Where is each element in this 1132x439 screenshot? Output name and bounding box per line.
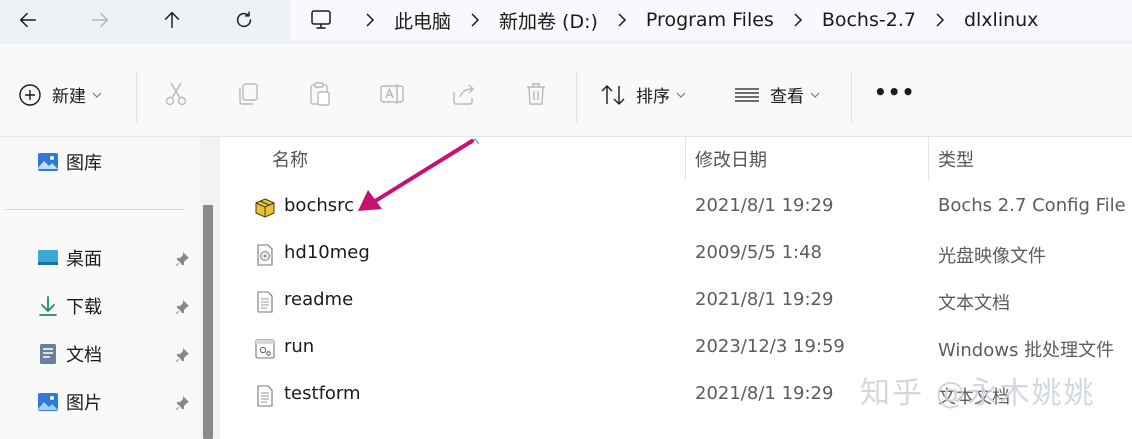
pin-icon[interactable] — [174, 395, 190, 411]
sort-label: 排序 — [636, 87, 670, 107]
plus-circle-icon — [19, 83, 41, 106]
pin-icon[interactable] — [174, 251, 190, 267]
file-name: readme — [284, 289, 354, 310]
file-date: 2021/8/1 19:29 — [695, 383, 834, 404]
breadcrumb: 此电脑 新加卷 (D:) Program Files Bochs-2.7 dlx… — [290, 0, 1132, 40]
chevron-right-icon[interactable] — [346, 13, 394, 27]
column-divider[interactable] — [685, 137, 686, 181]
column-header-date[interactable]: 修改日期 — [695, 137, 767, 181]
sidebar-item-label: 下载 — [66, 297, 102, 318]
document-icon — [40, 344, 56, 364]
chevron-right-icon[interactable] — [774, 13, 822, 27]
sidebar-item-label: 桌面 — [66, 249, 102, 270]
toolbar-divider — [851, 72, 852, 122]
gallery-icon — [38, 153, 58, 171]
pictures-icon — [38, 393, 58, 411]
file-type: Windows 批处理文件 — [938, 340, 1115, 361]
chevron-right-icon[interactable] — [451, 13, 499, 27]
chevron-down-icon — [676, 92, 686, 98]
desktop-icon — [38, 250, 58, 265]
text-file-icon — [257, 385, 273, 407]
back-button[interactable] — [10, 4, 46, 36]
column-header-name[interactable]: 名称 — [272, 137, 308, 181]
file-date: 2021/8/1 19:29 — [695, 195, 834, 216]
new-button[interactable]: 新建 — [18, 82, 102, 107]
batch-file-icon — [255, 339, 275, 359]
sidebar-item-gallery[interactable]: 图库 — [36, 147, 102, 177]
file-name: run — [284, 336, 315, 357]
file-type: 文本文档 — [938, 293, 1010, 314]
watermark: 知乎 @永木姚姚 — [860, 376, 1096, 411]
chevron-right-icon[interactable] — [916, 13, 964, 27]
breadcrumb-item[interactable]: Program Files — [646, 9, 774, 31]
paste-icon[interactable] — [306, 80, 334, 108]
file-name: hd10meg — [284, 242, 370, 263]
sidebar-item-downloads[interactable]: 下载 — [36, 291, 102, 321]
refresh-button[interactable] — [226, 4, 262, 36]
sidebar-item-label: 文档 — [66, 345, 102, 366]
config-package-icon — [255, 198, 275, 218]
monitor-icon — [311, 10, 331, 29]
share-icon[interactable] — [450, 80, 478, 108]
chevron-down-icon — [810, 92, 820, 98]
this-pc-crumb[interactable] — [296, 8, 346, 32]
sidebar-scroll-thumb[interactable] — [203, 205, 213, 439]
sidebar-item-documents[interactable]: 文档 — [36, 339, 102, 369]
file-type: 光盘映像文件 — [938, 246, 1046, 267]
table-row[interactable]: run 2023/12/3 19:59 Windows 批处理文件 — [221, 326, 1132, 373]
toolbar-divider — [136, 72, 137, 122]
sidebar-item-pictures[interactable]: 图片 — [36, 387, 102, 417]
file-date: 2009/5/5 1:48 — [695, 242, 822, 263]
view-button[interactable]: 查看 — [734, 82, 820, 107]
breadcrumb-item[interactable]: dlxlinux — [964, 9, 1038, 31]
sort-button[interactable]: 排序 — [600, 82, 686, 107]
pin-icon[interactable] — [174, 347, 190, 363]
disc-image-icon — [257, 244, 273, 266]
column-divider[interactable] — [928, 137, 929, 181]
delete-icon[interactable] — [522, 80, 550, 108]
copy-icon[interactable] — [234, 80, 262, 108]
cut-icon[interactable] — [162, 80, 190, 108]
table-row[interactable]: hd10meg 2009/5/5 1:48 光盘映像文件 — [221, 232, 1132, 279]
column-header-type[interactable]: 类型 — [938, 137, 974, 181]
sidebar-item-desktop[interactable]: 桌面 — [36, 243, 102, 273]
breadcrumb-item[interactable]: 此电脑 — [394, 7, 451, 34]
chevron-down-icon — [92, 92, 102, 98]
sort-icon — [601, 84, 625, 105]
sidebar-divider — [4, 209, 184, 210]
up-button[interactable] — [154, 4, 190, 36]
command-bar: 新建 排序 查看 ••• — [0, 44, 1132, 137]
view-label: 查看 — [770, 87, 804, 107]
refresh-icon — [236, 11, 252, 28]
file-type: Bochs 2.7 Config File — [938, 195, 1126, 216]
back-arrow-icon — [19, 12, 37, 28]
sidebar-item-label: 图片 — [66, 393, 102, 414]
address-bar: 此电脑 新加卷 (D:) Program Files Bochs-2.7 dlx… — [0, 0, 1132, 44]
forward-button[interactable] — [82, 4, 118, 36]
file-name: testform — [284, 383, 361, 404]
chevron-right-icon[interactable] — [598, 13, 646, 27]
annotation-arrow — [358, 139, 474, 211]
view-lines-icon — [735, 87, 759, 102]
sidebar-item-label: 图库 — [66, 153, 102, 174]
download-icon — [39, 296, 57, 316]
breadcrumb-item[interactable]: 新加卷 (D:) — [499, 7, 598, 34]
table-row[interactable]: readme 2021/8/1 19:29 文本文档 — [221, 279, 1132, 326]
file-date: 2023/12/3 19:59 — [695, 336, 845, 357]
more-options-button[interactable]: ••• — [874, 80, 915, 104]
pin-icon[interactable] — [174, 299, 190, 315]
text-file-icon — [257, 291, 273, 313]
new-label: 新建 — [52, 87, 86, 107]
up-arrow-icon — [164, 11, 180, 29]
file-name: bochsrc — [284, 195, 355, 216]
forward-arrow-icon — [91, 12, 109, 28]
toolbar-divider — [576, 72, 577, 122]
breadcrumb-item[interactable]: Bochs-2.7 — [822, 9, 916, 31]
file-date: 2021/8/1 19:29 — [695, 289, 834, 310]
rename-icon[interactable] — [378, 80, 406, 108]
